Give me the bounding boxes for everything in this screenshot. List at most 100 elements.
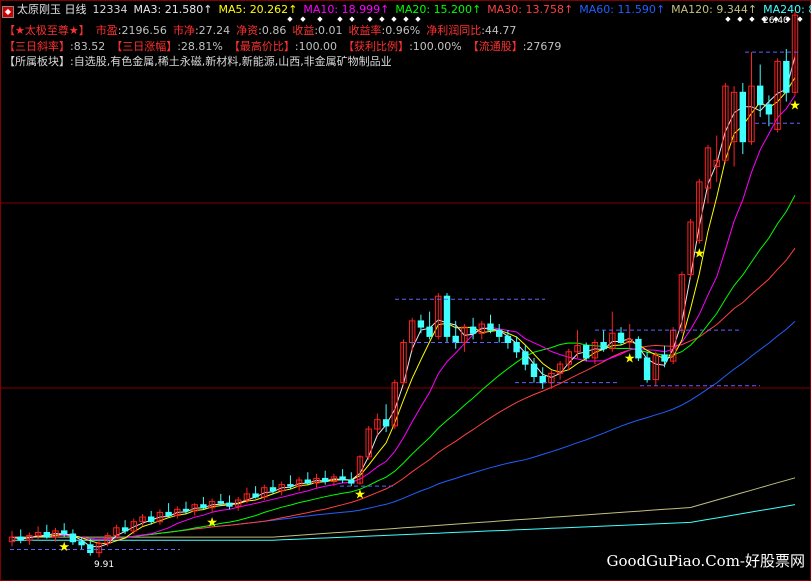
candle — [61, 530, 68, 535]
candle — [417, 320, 425, 328]
candle — [765, 104, 773, 115]
candle — [43, 532, 50, 538]
info-row-1: 【★太极至尊★】 市盈:2196.56 市净:27.24 净资:0.86 收益:0.01… — [4, 24, 522, 38]
info-row-3: 【所属板块】:自选股,有色金属,稀土永磁,新材料,新能源,山西,非金属矿物制品业 — [4, 55, 392, 69]
signal-star: ★ — [624, 352, 636, 367]
info-key: 【★太极至尊★】 — [4, 24, 90, 37]
candle — [783, 60, 790, 93]
signal-star: ★ — [354, 488, 366, 503]
stock-icon: ◆ — [2, 6, 14, 18]
ma-item: MA20: 15.200↑ — [395, 3, 482, 16]
info-key: 【三日斜率】 — [4, 40, 70, 53]
candle — [226, 502, 233, 507]
candle — [583, 345, 590, 359]
candle — [600, 342, 607, 350]
candle — [443, 295, 451, 337]
ma-item: MA120: 9.344↑ — [671, 3, 758, 16]
candle — [513, 342, 520, 353]
candle — [269, 487, 277, 492]
candle — [17, 536, 24, 541]
info-key: 【最高价比】 — [228, 40, 295, 53]
ma-item: MA10: 18.999↑ — [303, 3, 390, 16]
candle — [530, 363, 538, 378]
candle — [487, 323, 494, 331]
candle — [504, 335, 512, 343]
candle — [739, 91, 746, 143]
candle — [200, 504, 207, 509]
candle — [304, 479, 312, 484]
info-key: 市净 — [172, 24, 195, 37]
ma-item: MA60: 11.590↑ — [579, 3, 666, 16]
candle — [496, 329, 503, 337]
candle — [382, 419, 390, 427]
signal-star: ★ — [789, 98, 801, 113]
sector-value: :自选股,有色金属,稀土永磁,新材料,新能源,山西,非金属矿物制品业 — [70, 55, 392, 68]
info-key: 【流通股】 — [467, 40, 523, 53]
candle — [643, 357, 651, 381]
candle — [522, 351, 529, 365]
signal-star: ★ — [206, 515, 218, 530]
ma-item: MA30: 13.758↑ — [487, 3, 574, 16]
signal-star: ★ — [693, 247, 705, 262]
candle — [78, 541, 85, 546]
info-value: :83.52 — [70, 40, 106, 53]
ma-line-5 — [11, 77, 796, 545]
candle — [452, 335, 459, 343]
ma-line-120 — [12, 477, 796, 538]
info-key: 净资 — [236, 24, 259, 37]
candle — [217, 501, 225, 504]
info-value: :0.86 — [258, 24, 287, 37]
chart-window: ★ ★ ★ ★ ★ ★ ◆ ◆ ◆ ◆ ◆ ◆ ◆ ◆ ◆ ◆ ◆ ◆ ◆ ◆ ◆ ◆ ◆ 26.40 9.91 ◆ 太原刚玉 日… — [0, 0, 811, 581]
candle — [617, 332, 625, 344]
candle — [287, 484, 294, 487]
ma-line-10 — [11, 95, 796, 540]
candle — [87, 544, 94, 553]
candle — [757, 85, 764, 106]
candle — [148, 516, 155, 523]
info-key: 【三日涨幅】 — [111, 40, 178, 53]
info-value: :0.01 — [314, 24, 343, 37]
candle — [469, 326, 477, 334]
candle — [182, 508, 190, 512]
candle — [339, 476, 346, 481]
low-price-label: 9.91 — [94, 560, 114, 570]
info-value: :100.00% — [409, 40, 462, 53]
ma-item: MA5: 20.262↑ — [218, 3, 298, 16]
info-value: :0.96% — [381, 24, 421, 37]
info-key: 收益率 — [348, 24, 382, 37]
info-key: 市盈 — [95, 24, 118, 37]
candle — [252, 493, 259, 498]
info-value: :28.81% — [177, 40, 223, 53]
info-value: :100.00 — [294, 40, 338, 53]
info-value: :2196.56 — [117, 24, 167, 37]
info-row-2: 【三日斜率】:83.52 【三日涨幅】:28.81% 【最高价比】:100.00 【获… — [4, 40, 567, 54]
info-value: :44.77 — [481, 24, 517, 37]
candle — [539, 376, 546, 384]
sector-key: 【所属板块】 — [4, 55, 70, 68]
ma-item: MA3: 21.580↑ — [133, 3, 213, 16]
info-key: 净利润同比 — [426, 24, 482, 37]
info-key: 【获利比例】 — [343, 40, 410, 53]
ma-item: MA240: 8.95 — [763, 3, 811, 16]
candle — [635, 338, 642, 359]
ma-header: ◆ 太原刚玉 日线 12334 MA3: 21.580↑ MA5: 20.262↑ MA1… — [2, 3, 811, 18]
info-key: 收益 — [292, 24, 315, 37]
candle — [661, 354, 668, 362]
candle — [69, 533, 77, 543]
info-value: :27679 — [522, 40, 562, 53]
ma-line-30 — [11, 247, 796, 540]
stock-title: 太原刚玉 日线 — [17, 3, 87, 16]
info-value: :27.24 — [194, 24, 231, 37]
kline-chart[interactable]: ★★★★★★◆ ◆ ◆ ◆ ◆ ◆ ◆ ◆ ◆ ◆ ◆ ◆ ◆ ◆ ◆ ◆ ◆26.409.91 — [0, 0, 811, 581]
candle — [426, 326, 433, 337]
ma-line-3 — [11, 56, 796, 548]
candle — [348, 479, 355, 484]
signal-star: ★ — [58, 540, 70, 555]
stock-code: 12334 — [92, 3, 128, 16]
chart-frame — [0, 0, 811, 581]
candle — [121, 527, 129, 532]
watermark: GoodGuPiao.Com-好股票网 — [606, 552, 805, 570]
high-price-label: 26.40 — [763, 16, 789, 26]
candle — [165, 511, 172, 517]
candle — [322, 477, 329, 482]
